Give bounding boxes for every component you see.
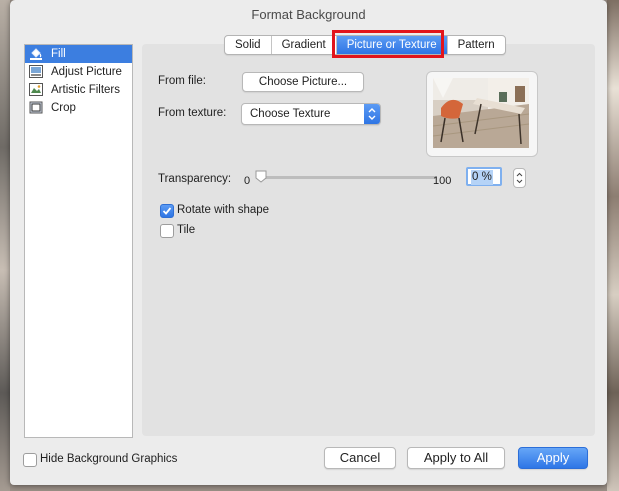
rotate-with-shape-checkbox[interactable] <box>160 204 174 218</box>
rotate-with-shape-label: Rotate with shape <box>177 204 270 216</box>
picture-preview <box>426 71 538 157</box>
fill-type-tabs: Solid Gradient Picture or Texture Patter… <box>224 35 506 55</box>
sidebar-item-label: Adjust Picture <box>51 66 122 78</box>
choose-picture-button[interactable]: Choose Picture... <box>242 72 364 92</box>
hide-background-graphics-checkbox[interactable] <box>23 453 37 467</box>
sidebar-item-fill[interactable]: Fill <box>25 45 132 63</box>
slider-min-label: 0 <box>244 175 251 187</box>
apply-to-all-button[interactable]: Apply to All <box>407 447 505 469</box>
sidebar-item-label: Artistic Filters <box>51 84 120 96</box>
transparency-input[interactable]: 0 % <box>466 167 502 186</box>
tab-pattern[interactable]: Pattern <box>448 36 505 54</box>
sidebar-item-artistic-filters[interactable]: Artistic Filters <box>25 81 132 99</box>
tile-checkbox[interactable] <box>160 224 174 238</box>
sidebar-item-adjust-picture[interactable]: Adjust Picture <box>25 63 132 81</box>
tab-picture-or-texture[interactable]: Picture or Texture <box>336 36 448 54</box>
tab-gradient[interactable]: Gradient <box>272 36 337 54</box>
cancel-button[interactable]: Cancel <box>324 447 396 469</box>
transparency-label: Transparency: <box>158 173 232 185</box>
adjust-picture-icon <box>29 65 43 78</box>
slider-thumb[interactable] <box>255 170 267 183</box>
from-texture-label: From texture: <box>158 107 227 119</box>
tile-label: Tile <box>177 224 196 236</box>
chevron-updown-icon <box>364 104 380 124</box>
format-background-dialog: Format Background Fill Adjust Picture Ar… <box>10 0 607 485</box>
texture-select[interactable]: Choose Texture <box>241 103 381 125</box>
texture-select-value: Choose Texture <box>250 108 331 120</box>
background-photo-edge-left <box>0 0 10 491</box>
hide-background-graphics-label: Hide Background Graphics <box>40 453 178 465</box>
background-photo-edge-right <box>607 0 619 491</box>
from-file-label: From file: <box>158 75 206 87</box>
sidebar-item-crop[interactable]: Crop <box>25 99 132 117</box>
paint-bucket-icon <box>30 48 42 60</box>
artistic-filters-icon <box>29 83 43 96</box>
category-sidebar: Fill Adjust Picture Artistic Filters Cro… <box>24 44 133 438</box>
preview-image <box>433 78 529 148</box>
dialog-title: Format Background <box>251 7 366 22</box>
transparency-slider[interactable] <box>257 176 437 179</box>
transparency-stepper[interactable] <box>513 168 526 188</box>
tab-solid[interactable]: Solid <box>225 36 272 54</box>
slider-max-label: 100 <box>433 175 452 187</box>
sidebar-item-label: Crop <box>51 102 76 114</box>
crop-icon <box>29 101 43 114</box>
apply-button[interactable]: Apply <box>518 447 588 469</box>
sidebar-item-label: Fill <box>51 48 66 60</box>
stepper-arrows-icon <box>516 172 523 184</box>
checkmark-icon <box>162 207 172 215</box>
transparency-value: 0 % <box>471 170 493 185</box>
